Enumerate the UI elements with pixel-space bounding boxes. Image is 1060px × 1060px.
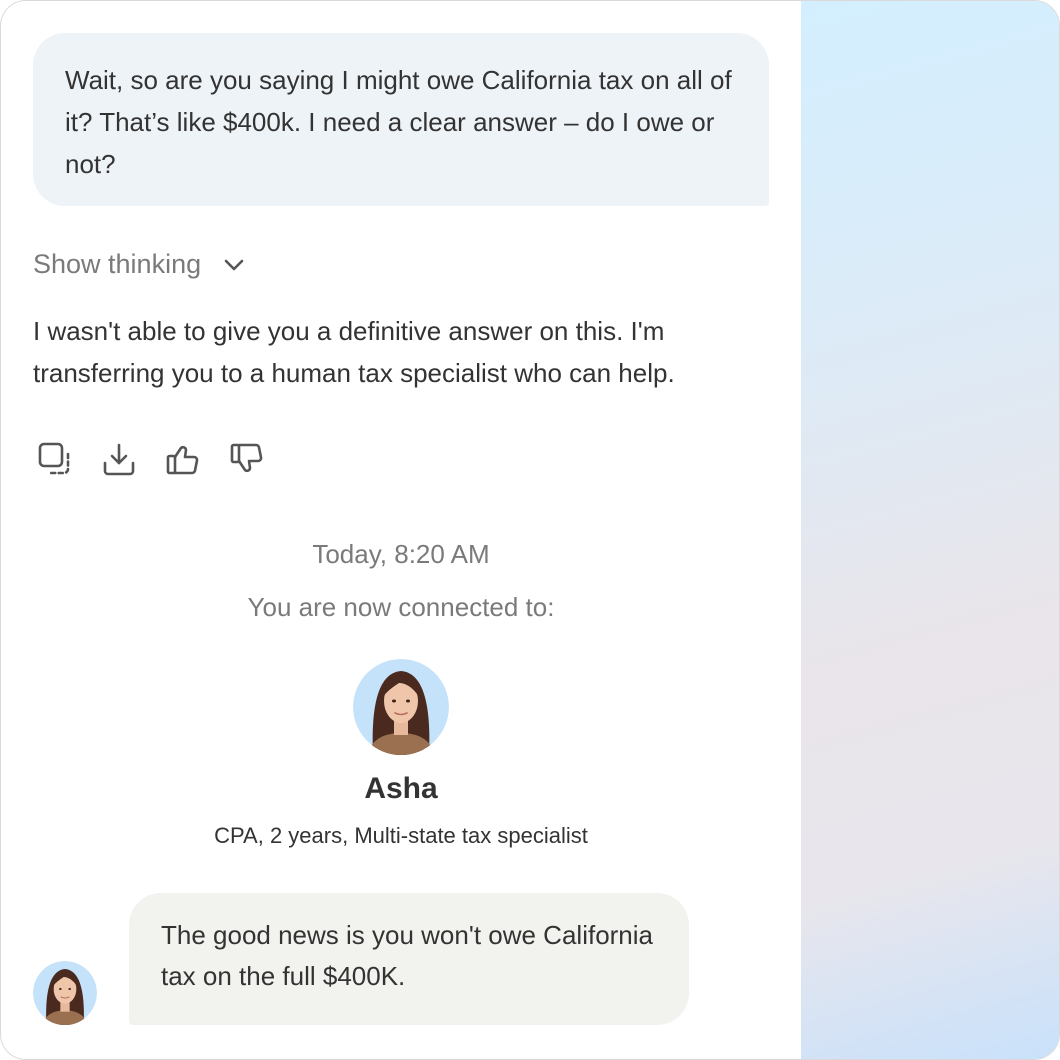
thumbs-up-icon[interactable] [165, 441, 201, 477]
message-timestamp: Today, 8:20 AM [312, 539, 490, 569]
show-thinking-toggle[interactable]: Show thinking [33, 249, 245, 280]
message-actions [37, 441, 265, 477]
chat-panel: Wait, so are you saying I might owe Cali… [1, 1, 801, 1059]
download-icon[interactable] [101, 441, 137, 477]
agent-credentials: CPA, 2 years, Multi-state tax specialist [214, 823, 588, 848]
chevron-down-icon [223, 258, 245, 272]
connected-notice: You are now connected to: [247, 592, 555, 622]
agent-name: Asha [364, 772, 438, 805]
side-panel-gradient [801, 1, 1059, 1059]
agent-avatar [353, 659, 449, 755]
agent-message-text: The good news is you won't owe Californi… [161, 920, 654, 991]
thumbs-down-icon[interactable] [229, 441, 265, 477]
agent-message-bubble: The good news is you won't owe Californi… [129, 893, 689, 1025]
agent-message-avatar [33, 961, 97, 1025]
show-thinking-label: Show thinking [33, 249, 202, 279]
chat-window: Wait, so are you saying I might owe Cali… [0, 0, 1060, 1060]
assistant-message-text: I wasn't able to give you a definitive a… [33, 316, 675, 388]
copy-icon[interactable] [37, 441, 73, 477]
user-message-bubble: Wait, so are you saying I might owe Cali… [33, 33, 769, 206]
user-message-text: Wait, so are you saying I might owe Cali… [65, 65, 732, 179]
